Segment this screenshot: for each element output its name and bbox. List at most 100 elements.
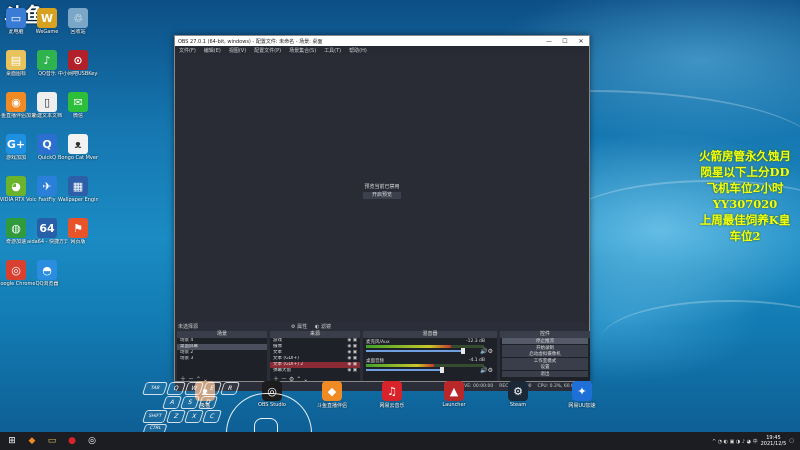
stream-overlay-text: 火箭房管永久蚀月 陨星以下上分DD 飞机车位2小时 YY307020 上周最佳饲…	[690, 148, 800, 244]
filters-button[interactable]: ◐ 滤镜	[315, 323, 331, 330]
desktop-shortcut[interactable]: ⚑ 网页版	[58, 218, 98, 245]
desktop-shortcut[interactable]: ⊙中小网吧USBKey助...	[58, 50, 98, 77]
desktop-shortcut[interactable]: ✉ 微信	[58, 92, 98, 119]
clock[interactable]: 19:45 2021/12/5	[761, 435, 787, 447]
shortcut-label: 微信	[72, 113, 83, 119]
nvidia-icon: ◕	[6, 176, 26, 196]
douyu-taskbar-icon[interactable]: ◆	[24, 433, 40, 449]
slider-knob[interactable]	[439, 367, 444, 373]
mixer-dock: 混音器 麦克风/Aux -12.3 dB 🔊⚙ 桌面音频 -4.1 dB 🔊⚙	[363, 331, 497, 381]
douyu-helper-icon: ◉	[6, 92, 26, 112]
virtual-camera-button[interactable]: 启动虚拟摄像机	[502, 351, 588, 358]
speaker-icon[interactable]: 🔊⚙	[480, 367, 493, 374]
notification-icon[interactable]: ▢	[789, 438, 794, 444]
studio-mode-button[interactable]: 工作室模式	[502, 357, 588, 364]
menu-scene-collection[interactable]: 场景集合(S)	[285, 47, 320, 54]
volume-slider[interactable]	[366, 348, 465, 354]
shortcut-label: 中小网吧USBKey助...	[58, 71, 98, 77]
desktop-app-shortcut[interactable]: ✦ 网易UU加速	[560, 381, 604, 409]
obs-titlebar[interactable]: OBS 27.0.1 (64-bit, windows) - 配置文件: 未命名…	[175, 36, 589, 46]
quickq-icon: Q	[37, 134, 57, 154]
menu-tools[interactable]: 工具(T)	[320, 47, 345, 54]
source-label: 文本 (GDI+) 2	[273, 362, 304, 367]
chrome-icon: ◎	[6, 260, 26, 280]
channel-db: -12.3 dB	[465, 339, 485, 344]
key: SHIFT	[141, 410, 169, 423]
sources-dock: 来源 游戏 ◉ ▣ 摄像 ◉ ▣ 文本 ◉ ▣ 文本 (GDI+) ◉ ▣ 文本 (GD…	[270, 331, 360, 383]
key: Z	[165, 410, 187, 423]
minimize-icon[interactable]: —	[541, 38, 557, 45]
launcher-icon: ▲	[444, 381, 464, 401]
desktop-app-shortcut[interactable]: ♫ 网易云音乐	[370, 381, 414, 409]
mixer-channel: 麦克风/Aux -12.3 dB 🔊⚙	[363, 338, 497, 357]
shortcut-label: Bongo Cat Mver	[58, 155, 98, 161]
qiyou-icon: ◍	[6, 218, 26, 238]
menu-file[interactable]: 文件(F)	[175, 47, 200, 54]
menu-profile[interactable]: 配置文件(P)	[250, 47, 285, 54]
sources-footer: ＋ － ⚙ ⌃ ⌄	[270, 374, 360, 383]
key: D	[197, 396, 219, 409]
shortcut-label: QQ浏览器	[35, 281, 59, 287]
mixer-channel: 桌面音频 -4.1 dB 🔊⚙	[363, 357, 497, 376]
menu-edit[interactable]: 编辑(E)	[200, 47, 225, 54]
key: R	[219, 382, 241, 395]
speaker-icon[interactable]: 🔊⚙	[480, 348, 493, 355]
desktop-shortcut[interactable]: ◓ QQ浏览器	[27, 260, 67, 287]
overlay-line: 火箭房管永久蚀月	[699, 149, 791, 163]
scene-item[interactable]: 场景 3	[177, 356, 267, 362]
properties-button[interactable]: ⚙ 属性	[291, 323, 307, 330]
preview-area[interactable]: 预览当前已禁用 开启预览	[175, 55, 589, 322]
uu-accelerator-icon: ✦	[572, 381, 592, 401]
obs-window[interactable]: OBS 27.0.1 (64-bit, windows) - 配置文件: 未命名…	[174, 35, 590, 391]
game-plus-icon: G+	[6, 134, 26, 154]
desktop-shortcut[interactable]: ᴥ Bongo Cat Mver	[58, 134, 98, 161]
settings-button[interactable]: 设置	[502, 364, 588, 371]
key: CTRL	[142, 424, 168, 432]
menu-view[interactable]: 视图(V)	[225, 47, 250, 54]
obs-taskbar-icon[interactable]: ◎	[84, 433, 100, 449]
source-label: 游戏	[273, 338, 282, 343]
enable-preview-button[interactable]: 开启预览	[363, 192, 401, 199]
volume-slider[interactable]	[366, 367, 444, 373]
channel-db: -4.1 dB	[468, 358, 485, 363]
fastfly-icon: ✈	[37, 176, 57, 196]
controls-dock: 控件 停止推流 开始录制 启动虚拟摄像机 工作室模式 设置 退出	[500, 331, 590, 381]
wegame-icon: W	[37, 8, 57, 28]
stop-streaming-button[interactable]: 停止推流	[502, 338, 588, 344]
shortcut-label: 网页版	[70, 239, 86, 245]
obs-menubar: 文件(F) 编辑(E) 视图(V) 配置文件(P) 场景集合(S) 工具(T) …	[175, 46, 589, 55]
qq-music-icon: ♪	[37, 50, 57, 70]
menu-help[interactable]: 帮助(H)	[345, 47, 371, 54]
qq-browser-icon: ◓	[37, 260, 57, 280]
start-recording-button[interactable]: 开始录制	[502, 344, 588, 351]
desktop-app-shortcut[interactable]: ▲ Launcher	[432, 381, 476, 408]
desktop: 斗鱼 ▭此电脑WWeGame♲回收站▤桌面图标♪QQ音乐⊙中小网吧USBKey助…	[0, 0, 800, 432]
taskbar: ⊞ ◆ ▭ ● ◎ ^ ◔ ◐ ▣ ◑ ♪ ◕ 中 19:45 2021/12/…	[0, 432, 800, 450]
key: C	[201, 410, 223, 423]
source-label: 文本 (GDI+)	[273, 356, 299, 361]
desktop-shortcut[interactable]: ▦ Wallpaper Engine	[58, 176, 98, 203]
source-label: 摄像	[273, 344, 282, 349]
folder-icon[interactable]: ▭	[44, 433, 60, 449]
desktop-shortcut[interactable]: ♲ 回收站	[58, 8, 98, 35]
audio-meter	[366, 364, 484, 367]
shortcut-label: 回收站	[70, 29, 86, 35]
source-label: 弹幕大窗	[273, 368, 291, 373]
desktop-app-shortcut[interactable]: ⚙ Steam	[496, 381, 540, 408]
tray-icons[interactable]: ^ ◔ ◐ ▣ ◑ ♪ ◕ 中	[712, 438, 758, 445]
exit-button[interactable]: 退出	[502, 370, 588, 377]
overlay-line: 陨星以下上分DD	[700, 165, 790, 179]
meter-fill	[366, 345, 451, 348]
maximize-icon[interactable]: ☐	[557, 38, 573, 45]
netease-taskbar-icon[interactable]: ●	[64, 433, 80, 449]
close-icon[interactable]: ✕	[573, 38, 589, 45]
mouse-wheel-overlay	[254, 418, 278, 432]
slider-knob[interactable]	[460, 348, 465, 354]
app-label: 网易UU加速	[568, 403, 596, 409]
windows-start-icon[interactable]: ⊞	[4, 433, 20, 449]
clock-date: 2021/12/5	[760, 441, 787, 447]
key: Q	[165, 382, 187, 395]
wechat-icon: ✉	[68, 92, 88, 112]
desktop-app-shortcut[interactable]: ◆ 斗鱼直播伴侣	[310, 381, 354, 409]
meter-fill	[366, 364, 435, 367]
